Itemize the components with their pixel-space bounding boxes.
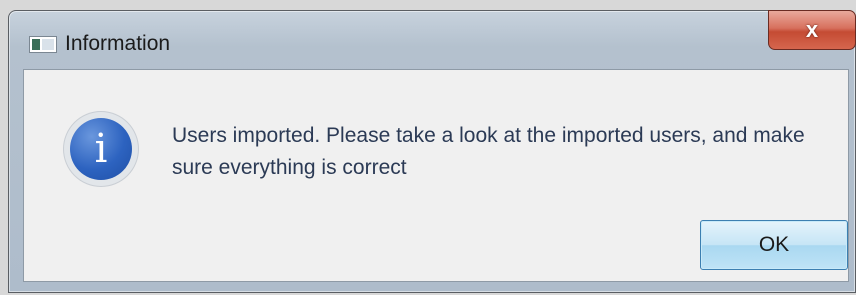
ok-button[interactable]: OK (700, 220, 848, 270)
info-icon-glyph: i (70, 118, 132, 180)
dialog-message: Users imported. Please take a look at th… (172, 124, 805, 179)
close-button[interactable]: x (768, 10, 856, 50)
title-bar[interactable]: Information x (9, 10, 856, 65)
dialog-body: i Users imported. Please take a look at … (23, 69, 849, 282)
information-dialog: Information x i Users imported. Please t… (8, 10, 856, 293)
dialog-title: Information (65, 32, 171, 55)
info-icon: i (64, 112, 138, 186)
app-icon (29, 36, 57, 53)
